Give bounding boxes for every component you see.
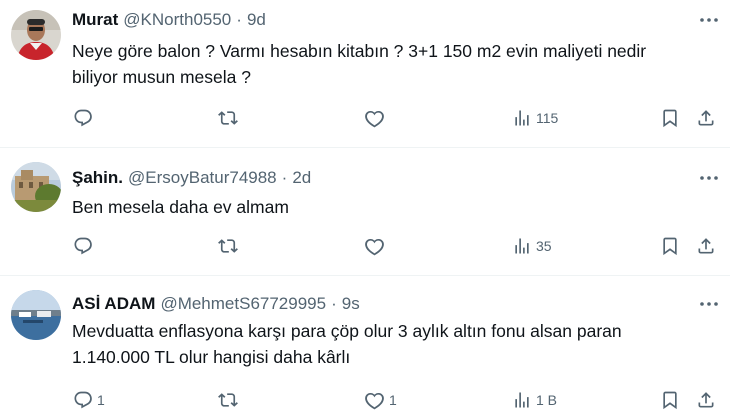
like-count: 1 xyxy=(389,392,397,408)
tweet[interactable]: ASİ ADAM @MehmetS67729995 · 9s Mevduatta… xyxy=(0,276,730,420)
bookmark-button[interactable] xyxy=(660,388,680,412)
tweet-text-line: 1.140.000 TL olur hangisi daha kârlı xyxy=(72,347,351,367)
user-handle[interactable]: @ErsoyBatur74988 xyxy=(128,168,277,188)
tweet-text: Mevduatta enflasyona karşı para çöp olur… xyxy=(72,318,712,370)
tweet[interactable]: Murat @KNorth0550 · 9d Neye göre balon ?… xyxy=(0,0,730,148)
bookmark-icon xyxy=(663,237,677,256)
like-button[interactable] xyxy=(364,234,385,258)
views-bar-chart-icon xyxy=(515,110,529,126)
share-icon xyxy=(698,392,714,408)
timestamp[interactable]: 2d xyxy=(292,168,311,188)
separator-dot: · xyxy=(281,168,288,187)
tweet-text: Neye göre balon ? Varmı hesabın kitabın … xyxy=(72,38,712,90)
tweet-header: ASİ ADAM @MehmetS67729995 · 9s xyxy=(72,292,360,316)
reply-count: 1 xyxy=(97,392,105,408)
tweet-text: Ben mesela daha ev almam xyxy=(72,194,712,220)
views-bar-chart-icon xyxy=(515,392,529,408)
reply-button[interactable]: 1 xyxy=(73,388,105,412)
reply-icon xyxy=(74,237,92,255)
timestamp[interactable]: 9d xyxy=(247,10,266,30)
share-icon xyxy=(698,110,714,126)
view-count: 115 xyxy=(536,110,559,126)
tweet-header: Murat @KNorth0550 · 9d xyxy=(72,8,266,32)
share-button[interactable] xyxy=(696,106,716,130)
retweet-button[interactable] xyxy=(217,234,239,258)
more-dots-icon[interactable] xyxy=(698,9,720,31)
heart-icon xyxy=(365,392,384,410)
user-handle[interactable]: @KNorth0550 xyxy=(123,10,231,30)
bookmark-button[interactable] xyxy=(660,106,680,130)
heart-icon xyxy=(365,238,384,256)
action-bar: 115 xyxy=(0,106,730,130)
share-icon xyxy=(698,238,714,254)
display-name[interactable]: Murat xyxy=(72,10,118,30)
user-handle[interactable]: @MehmetS67729995 xyxy=(160,294,326,314)
tweet-text-line: Ben mesela daha ev almam xyxy=(72,197,289,217)
share-button[interactable] xyxy=(696,388,716,412)
like-button[interactable]: 1 xyxy=(364,388,397,412)
timestamp[interactable]: 9s xyxy=(342,294,360,314)
retweet-icon xyxy=(218,393,238,407)
separator-dot: · xyxy=(236,10,242,29)
retweet-button[interactable] xyxy=(217,106,239,130)
reply-button[interactable] xyxy=(73,234,97,258)
views-button[interactable]: 1 B xyxy=(512,388,557,412)
avatar[interactable] xyxy=(11,162,61,212)
more-dots-icon[interactable] xyxy=(698,167,720,189)
retweet-icon xyxy=(218,239,238,253)
views-button[interactable]: 35 xyxy=(512,234,552,258)
tweet-text-line: Neye göre balon ? Varmı hesabın kitabın … xyxy=(72,41,647,61)
tweet-header: Şahin. @ErsoyBatur74988 · 2d xyxy=(72,166,311,190)
tweet-text-line: Mevduatta enflasyona karşı para çöp olur… xyxy=(72,321,622,341)
action-bar: 1 1 1 B xyxy=(0,388,730,412)
retweet-button[interactable] xyxy=(217,388,239,412)
tweet-text-line: biliyor musun mesela ? xyxy=(72,67,251,87)
bookmark-icon xyxy=(663,109,677,128)
reply-button[interactable] xyxy=(73,106,97,130)
heart-icon xyxy=(365,110,384,128)
like-button[interactable] xyxy=(364,106,385,130)
action-bar: 35 xyxy=(0,234,730,258)
share-button[interactable] xyxy=(696,234,716,258)
reply-icon xyxy=(74,109,92,127)
views-button[interactable]: 115 xyxy=(512,106,558,130)
separator-dot: · xyxy=(331,294,337,313)
reply-icon xyxy=(74,391,92,409)
tweet[interactable]: Şahin. @ErsoyBatur74988 · 2d Ben mesela … xyxy=(0,148,730,276)
display-name[interactable]: Şahin. xyxy=(72,168,123,188)
view-count: 1 B xyxy=(536,392,558,408)
avatar[interactable] xyxy=(11,290,61,340)
bookmark-icon xyxy=(663,391,677,410)
display-name[interactable]: ASİ ADAM xyxy=(72,294,155,314)
more-dots-icon[interactable] xyxy=(698,293,720,315)
retweet-icon xyxy=(218,111,238,125)
bookmark-button[interactable] xyxy=(660,234,680,258)
views-bar-chart-icon xyxy=(515,238,529,254)
avatar[interactable] xyxy=(11,10,61,60)
view-count: 35 xyxy=(536,238,552,254)
